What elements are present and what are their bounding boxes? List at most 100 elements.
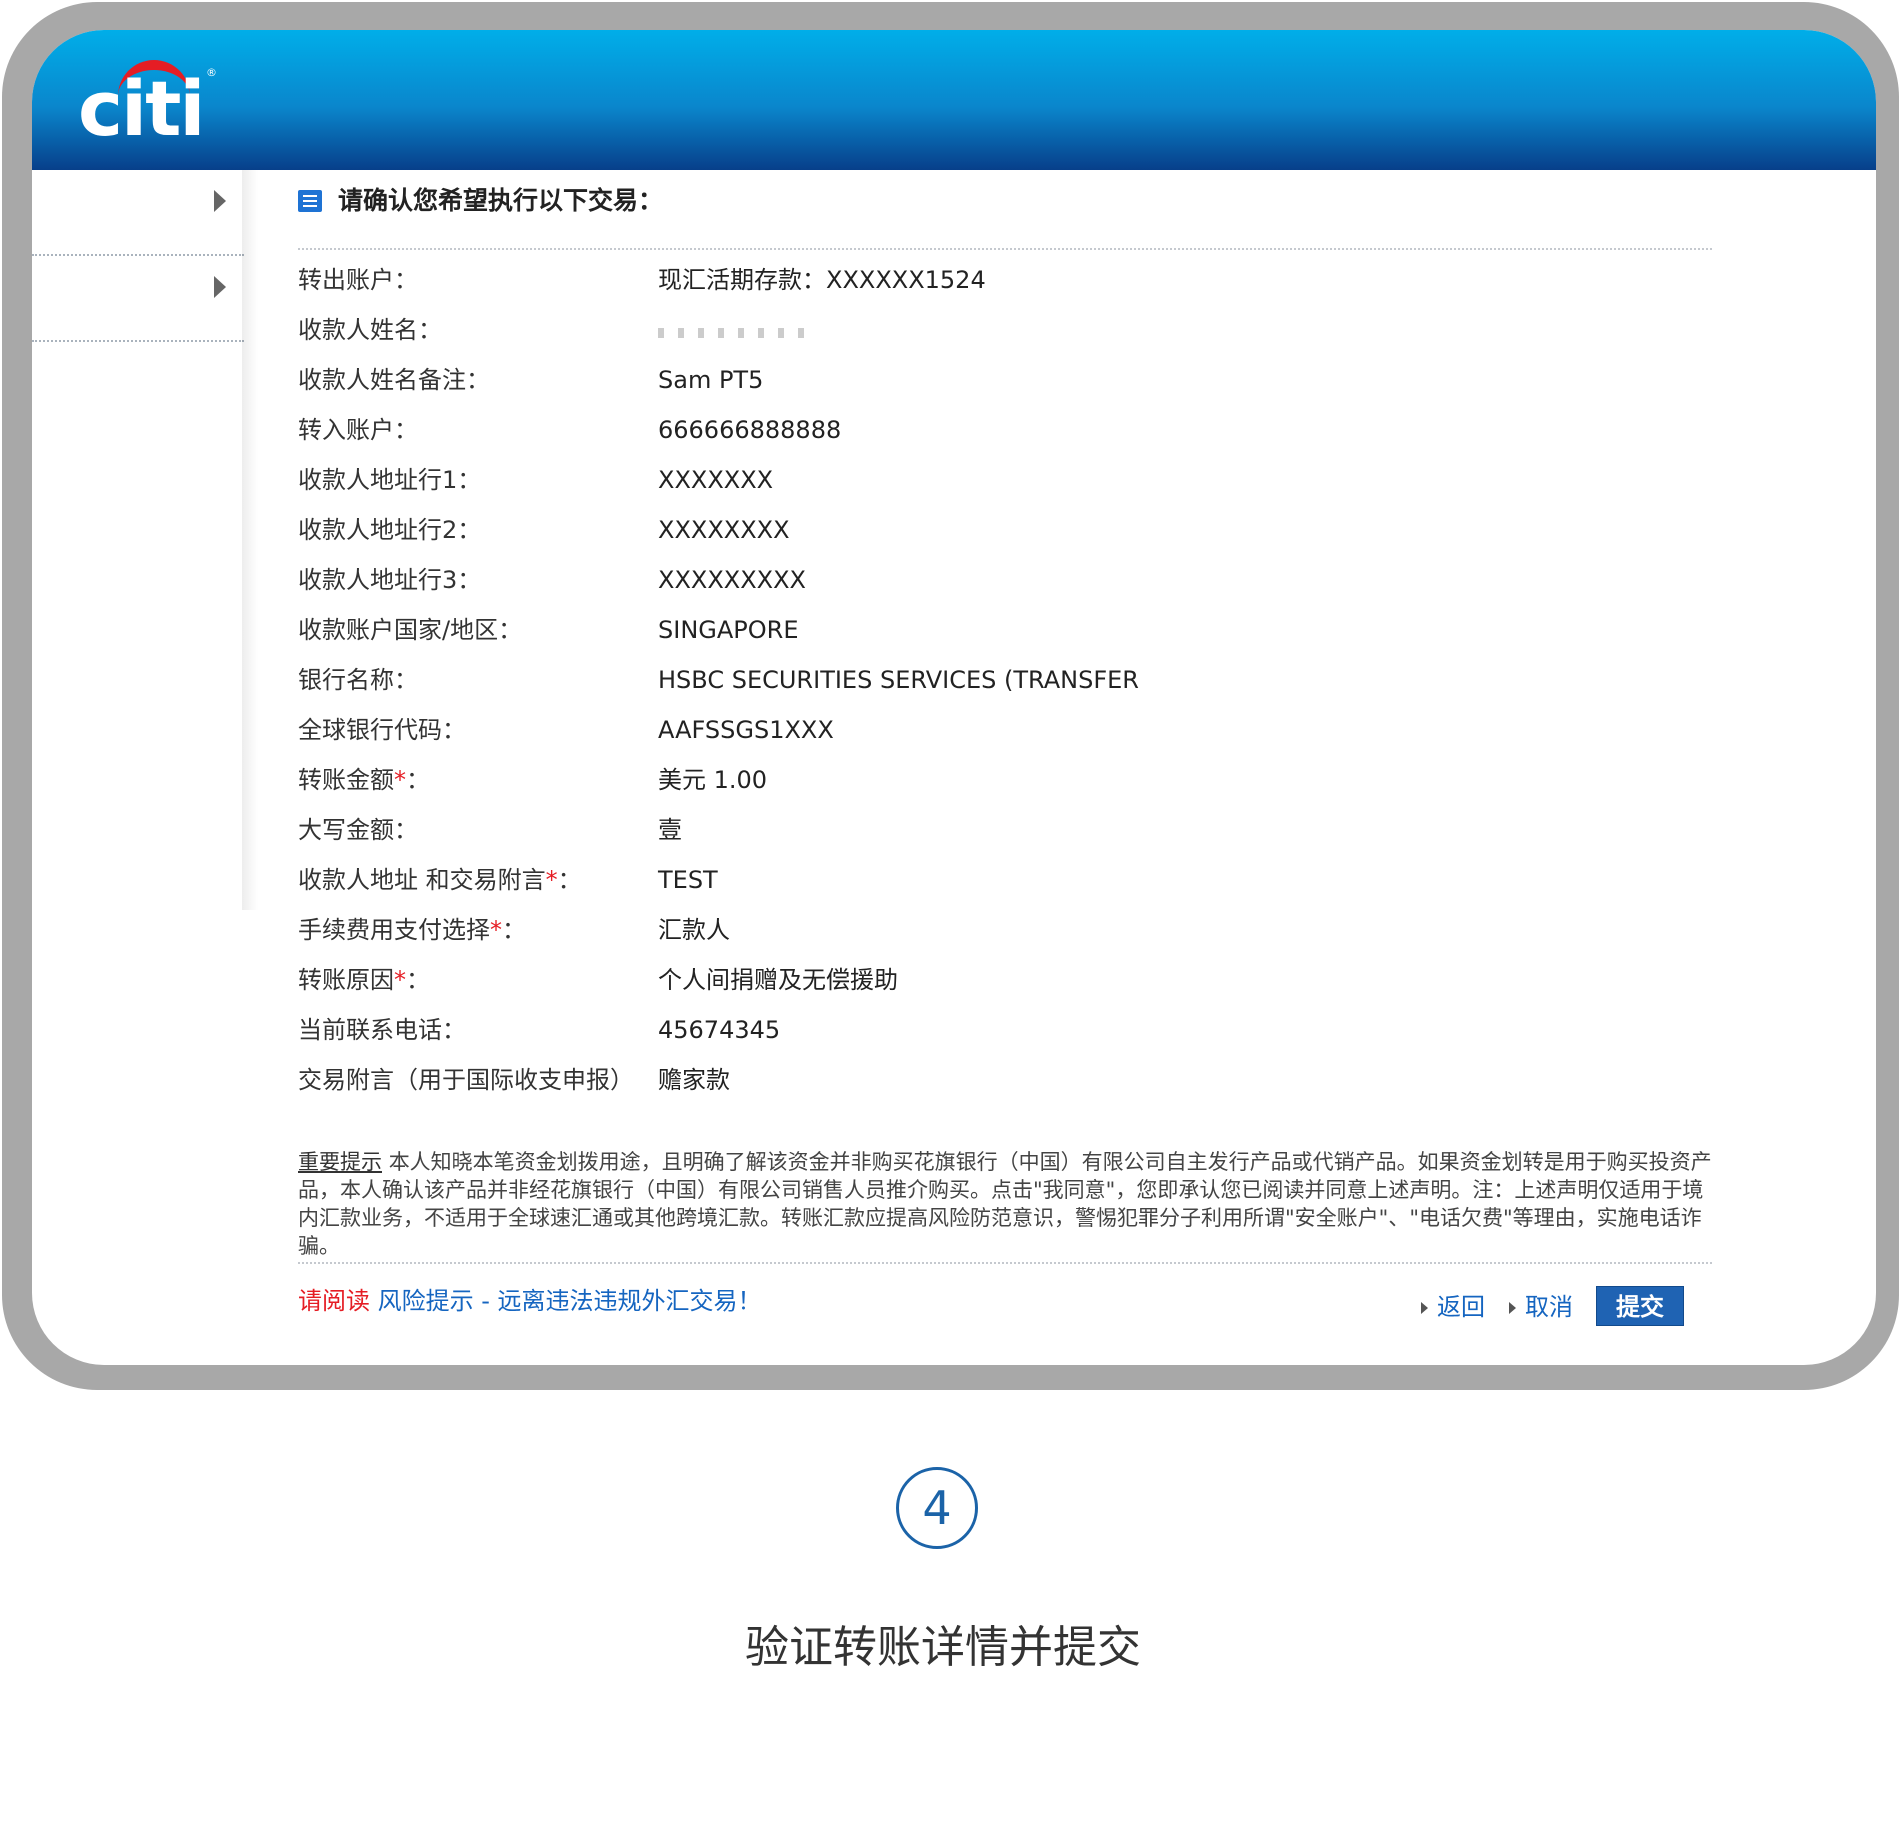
detail-value: 壹 [658,816,682,844]
detail-label: 收款人地址行3： [298,562,481,598]
detail-label-text: 收款人姓名： [298,316,442,344]
detail-value: 现汇活期存款：XXXXXX1524 [658,266,986,294]
citi-logo-text: citi [78,64,205,153]
detail-value: XXXXXXXXX [658,566,806,594]
step-caption: 验证转账详情并提交 [745,1622,1141,1673]
sidebar-divider-shadow [242,170,258,910]
detail-row: 银行名称： HSBC SECURITIES SERVICES (TRANSFER [298,662,1448,698]
detail-label: 收款人地址 和交易附言*： [298,862,582,898]
detail-value: AAFSSGS1XXX [658,716,834,744]
detail-label-text: 全球银行代码： [298,716,466,744]
required-asterisk: * [490,916,502,944]
back-link[interactable]: 返回 [1437,1288,1485,1326]
detail-label-text: 收款人地址 和交易附言 [298,866,546,894]
detail-value: 45674345 [658,1016,781,1044]
important-notice: 重要提示 本人知晓本笔资金划拨用途，且明确了解该资金并非购买花旗银行（中国）有限… [298,1148,1712,1260]
notice-text: 本人知晓本笔资金划拨用途，且明确了解该资金并非购买花旗银行（中国）有限公司自主发… [298,1150,1712,1258]
required-asterisk: * [394,966,406,994]
required-asterisk: * [394,766,406,794]
registered-mark-icon: ® [206,66,217,79]
back-arrow-icon [1421,1302,1428,1314]
form-document-icon [298,190,322,212]
notice-label: 重要提示 [298,1150,382,1174]
detail-label-text: 银行名称： [298,666,418,694]
detail-label-text: 收款人姓名备注： [298,366,490,394]
step-number-badge: 4 [896,1467,978,1549]
citi-header-bar: citi ® [32,30,1876,170]
detail-label-text: 转入账户： [298,416,418,444]
label-colon: ： [406,966,430,994]
detail-row: 收款人地址行3： XXXXXXXXX [298,562,1448,598]
detail-row: 全球银行代码： AAFSSGS1XXX [298,712,1448,748]
detail-label: 手续费用支付选择*： [298,912,526,948]
label-colon: ： [557,866,582,894]
detail-row: 收款人姓名： [298,312,1448,348]
detail-label: 收款人地址行2： [298,512,481,548]
detail-value: 666666888888 [658,416,842,444]
redacted-name [658,328,808,338]
submit-button[interactable]: 提交 [1596,1286,1684,1326]
expand-arrow-icon [214,276,226,298]
cancel-arrow-icon [1509,1302,1516,1314]
confirm-title: 请确认您希望执行以下交易： [338,186,664,215]
detail-value: HSBC SECURITIES SERVICES (TRANSFER [658,666,1139,694]
detail-row: 当前联系电话： 45674345 [298,1012,1448,1048]
detail-label: 转入账户： [298,412,418,448]
detail-label-text: 手续费用支付选择 [298,916,490,944]
detail-label: 银行名称： [298,662,418,698]
title-divider [298,248,1712,250]
label-colon: ： [502,916,526,944]
citi-logo[interactable]: citi ® [78,60,218,155]
notice-divider [298,1262,1712,1264]
detail-label-text: 收款人地址行1： [298,466,482,494]
detail-row: 转账原因*： 个人间捐赠及无偿援助 [298,962,1448,998]
sidebar-item-1[interactable] [32,170,244,256]
detail-value: SINGAPORE [658,616,799,644]
detail-row: 收款账户国家/地区： SINGAPORE [298,612,1448,648]
detail-label: 大写金额： [298,812,418,848]
risk-warning: 请阅读 风险提示 - 远离违法违规外汇交易！ [298,1284,762,1318]
detail-label: 当前联系电话： [298,1012,466,1048]
detail-label: 转账原因*： [298,962,430,998]
detail-row: 收款人姓名备注： Sam PT5 [298,362,1448,398]
detail-value: XXXXXXXX [658,516,790,544]
detail-label-text: 收款人地址行2： [298,516,482,544]
detail-value: 汇款人 [658,916,730,944]
detail-row: 转入账户： 666666888888 [298,412,1448,448]
expand-arrow-icon [214,190,226,212]
required-asterisk: * [545,866,558,894]
detail-value: Sam PT5 [658,366,764,394]
detail-label: 转账金额*： [298,762,430,798]
detail-label-text: 交易附言（用于国际收支申报） [298,1066,634,1094]
detail-label: 收款账户国家/地区： [298,612,522,648]
detail-label-text: 当前联系电话： [298,1016,466,1044]
detail-value: 个人间捐赠及无偿援助 [658,966,898,994]
detail-label-text: 大写金额： [298,816,418,844]
detail-label-text: 转账原因 [298,966,394,994]
detail-value: XXXXXXX [658,466,774,494]
detail-label: 全球银行代码： [298,712,466,748]
detail-label: 转出账户： [298,262,418,298]
detail-value: TEST [658,866,718,894]
risk-prefix: 请阅读 [298,1287,370,1315]
detail-row: 手续费用支付选择*： 汇款人 [298,912,1448,948]
detail-value [658,312,808,348]
detail-row: 大写金额： 壹 [298,812,1448,848]
detail-row: 交易附言（用于国际收支申报） 赡家款 [298,1062,1448,1098]
sidebar-item-2[interactable] [32,256,244,342]
detail-row: 收款人地址行2： XXXXXXXX [298,512,1448,548]
detail-label: 交易附言（用于国际收支申报） [298,1062,634,1098]
detail-label: 收款人地址行1： [298,462,481,498]
cancel-link[interactable]: 取消 [1525,1288,1573,1326]
detail-row: 收款人地址行1： XXXXXXX [298,462,1448,498]
detail-label-text: 转出账户： [298,266,418,294]
risk-link[interactable]: 风险提示 - 远离违法违规外汇交易！ [378,1287,762,1315]
label-colon: ： [406,766,430,794]
detail-label: 收款人姓名备注： [298,362,490,398]
detail-value: 赡家款 [658,1066,730,1094]
detail-row: 转账金额*： 美元 1.00 [298,762,1448,798]
detail-label-text: 收款人地址行3： [298,566,482,594]
detail-label: 收款人姓名： [298,312,442,348]
detail-label-text: 收款账户国家/地区： [298,616,523,644]
detail-label-text: 转账金额 [298,766,394,794]
